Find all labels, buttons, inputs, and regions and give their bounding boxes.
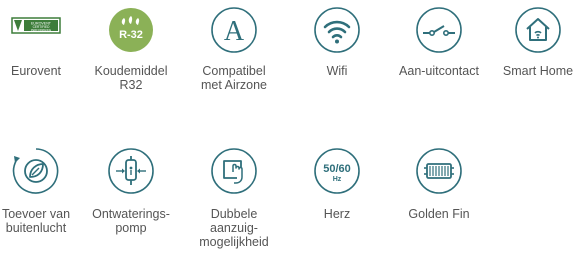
label-line: Eurovent	[10, 64, 62, 78]
feature-label: Smart Home	[488, 64, 581, 78]
label-line: pomp	[115, 221, 147, 235]
feature-label: Ontwaterings- pomp	[81, 207, 181, 235]
label-line: Smart Home	[502, 64, 574, 78]
label-line: Wifi	[326, 64, 348, 78]
label-line: Aan-uitcontact	[399, 64, 479, 78]
wifi-icon	[313, 6, 361, 54]
label-line: buitenlucht	[5, 221, 67, 235]
r32-badge-text: R-32	[119, 29, 143, 41]
frequency-icon: 50/60 Hz	[313, 147, 361, 195]
golden-fin-icon	[415, 147, 463, 195]
drain-pump-icon	[107, 147, 155, 195]
airzone-glyph: A	[224, 16, 245, 47]
feature-label: Toevoer van buitenlucht	[0, 207, 86, 235]
fresh-air-intake-icon	[12, 147, 60, 195]
label-line: Herz	[323, 207, 351, 221]
r32-refrigerant-icon: R-32	[107, 6, 155, 54]
frequency-badge-main: 50/60	[323, 163, 351, 175]
feature-label: Aan-uitcontact	[389, 64, 489, 78]
label-line: Compatibel	[202, 64, 266, 78]
label-line: Toevoer van	[1, 207, 71, 221]
label-line: Golden Fin	[408, 207, 470, 221]
eurovent-logo-line-3: PERFORMANCE	[31, 28, 51, 32]
label-line: Ontwaterings-	[92, 207, 170, 221]
smart-home-icon	[514, 6, 562, 54]
feature-label: Wifi	[287, 64, 387, 78]
label-line: R32	[119, 78, 143, 92]
dual-intake-icon	[210, 147, 258, 195]
airzone-icon: A	[210, 6, 258, 54]
label-line: Koudemiddel	[94, 64, 168, 78]
feature-label: Eurovent	[0, 64, 86, 78]
frequency-badge-sub: Hz	[333, 176, 342, 183]
label-line: aanzuig-	[210, 221, 258, 235]
eurovent-logo-icon: EUROVENT CERTIFIED PERFORMANCE	[8, 10, 64, 40]
feature-label: Koudemiddel R32	[81, 64, 181, 92]
feature-label: Compatibel met Airzone	[184, 64, 284, 92]
feature-label: Dubbele aanzuig- mogelijkheid	[184, 207, 284, 249]
label-line: mogelijkheid	[199, 235, 269, 249]
feature-label: Herz	[287, 207, 387, 221]
label-line: met Airzone	[200, 78, 267, 92]
label-line: Dubbele	[210, 207, 258, 221]
switch-contact-icon	[415, 6, 463, 54]
feature-label: Golden Fin	[389, 207, 489, 221]
